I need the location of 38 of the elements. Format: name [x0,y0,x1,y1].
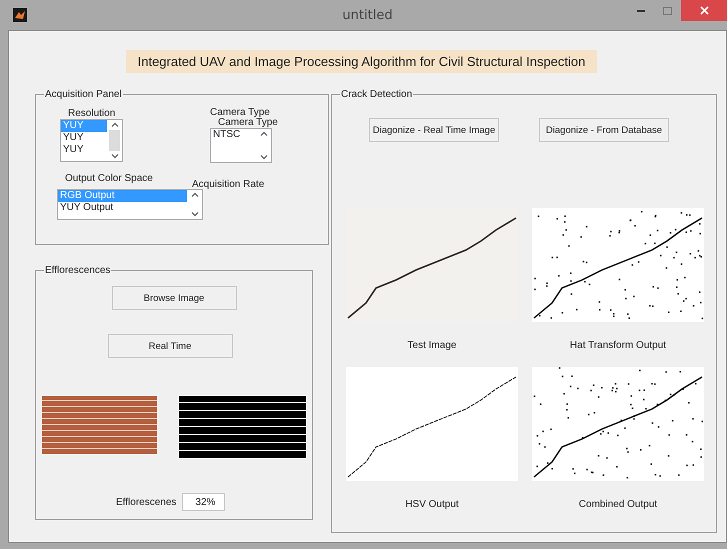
field-label: Efflorescenes [116,496,176,508]
panel-title: Acquisition Panel [44,89,123,100]
maximize-icon [663,6,672,14]
value-field[interactable]: 32% [182,493,226,511]
list-box[interactable]: YUY YUY YUY [60,119,123,162]
panel-title: Crack Detection [340,89,414,100]
scroll-up-icon[interactable] [110,122,118,127]
image-caption: HSV Output [405,499,459,510]
scroll-up-icon[interactable] [190,192,198,197]
panel-title: Efflorescences [44,265,112,276]
action-button[interactable]: Diagonize - From Database [539,118,669,142]
action-button[interactable]: Diagonize - Real Time Image [369,118,499,142]
field-label: Output Color Space [65,173,154,184]
field-label: Acquisition Rate [192,179,264,190]
field-label: Resolution [68,108,116,119]
image-caption: Combined Output [578,499,658,510]
scroll-down-icon[interactable] [260,155,268,160]
minimize-icon [636,10,644,12]
close-icon [700,6,708,15]
action-button[interactable]: Real Time [108,334,232,358]
list-item[interactable]: YUY Output [58,202,187,214]
list-box[interactable]: NTSC [210,128,272,163]
list-box[interactable]: RGB Output YUY Output [57,189,203,220]
scroll-down-icon[interactable] [110,154,118,159]
list-item[interactable]: YUY [61,144,107,156]
scroll-down-icon[interactable] [190,212,198,217]
app-logo-icon [13,8,27,22]
close-button[interactable] [681,0,727,21]
action-button[interactable]: Browse Image [112,286,236,310]
field-label: Camera Type [210,108,271,117]
app-banner: Integrated UAV and Image Processing Algorithm for Civil Structural Inspection [126,50,598,73]
image-caption: Test Image [408,340,456,351]
window-title: untitled [342,8,393,22]
field-label: Camera Type [218,117,278,128]
list-item[interactable]: NTSC [211,129,256,141]
image-caption: Hat Transform Output [570,340,666,351]
list-item[interactable]: YUY [61,132,107,144]
scroll-up-icon[interactable] [260,131,268,136]
